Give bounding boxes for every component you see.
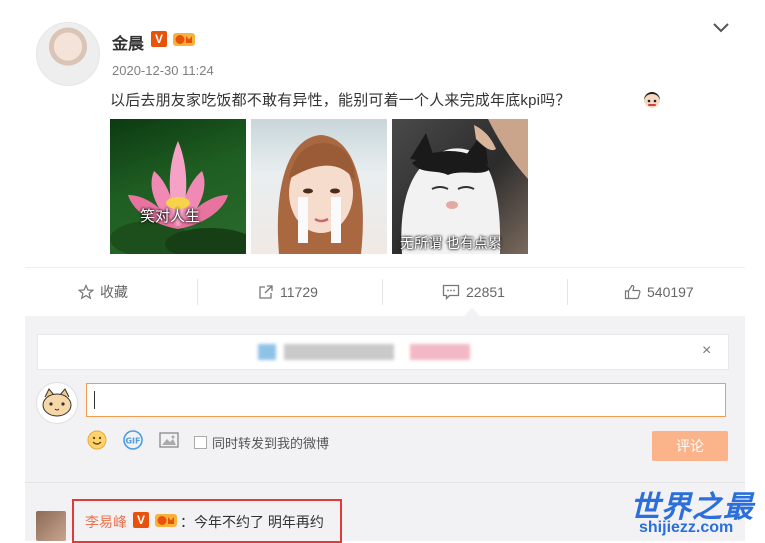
blurred-content — [410, 344, 470, 360]
fan-medal-icon — [173, 33, 195, 46]
text-caret — [94, 391, 95, 409]
image-caption: 无所谓 也有点累 — [400, 235, 502, 251]
favorite-button[interactable]: 收藏 — [78, 281, 128, 303]
notice-bar — [37, 334, 729, 370]
blurred-content — [284, 344, 394, 360]
divider — [567, 279, 568, 305]
close-icon[interactable]: × — [702, 342, 711, 360]
comment-count: 22851 — [466, 284, 505, 300]
like-button[interactable]: 540197 — [624, 281, 694, 303]
repost-button[interactable]: 11729 — [258, 281, 318, 303]
post-time[interactable]: 2020-12-30 11:24 — [112, 63, 214, 78]
watermark-url: shijiezz.com — [639, 519, 734, 536]
sync-repost-label: 同时转发到我的微博 — [212, 436, 330, 451]
commenter-avatar[interactable] — [36, 511, 66, 541]
star-icon — [78, 284, 94, 300]
post-image-selfie[interactable] — [251, 119, 387, 254]
comment-panel-pointer — [463, 308, 481, 317]
like-count: 540197 — [647, 284, 694, 300]
divider — [25, 267, 745, 268]
gif-icon[interactable]: GIF — [122, 429, 144, 451]
lotus-icon — [110, 141, 246, 254]
blurred-content — [258, 344, 276, 360]
vip-badge: V — [151, 31, 167, 47]
portrait-illustration — [277, 135, 363, 254]
commenter-name[interactable]: 李易峰 — [85, 512, 127, 532]
image-upload-icon[interactable] — [158, 429, 180, 451]
divider — [382, 279, 383, 305]
vip-badge: V — [133, 512, 149, 528]
author-name[interactable]: 金晨 — [112, 30, 144, 54]
comment-input[interactable] — [86, 383, 726, 417]
emoji-picker-icon[interactable] — [86, 429, 108, 451]
author-avatar[interactable] — [36, 22, 100, 86]
comment-text: ：今年不约了 明年再约 — [180, 514, 324, 530]
comment-button[interactable]: 22851 — [442, 281, 505, 303]
divider — [197, 279, 198, 305]
repost-count: 11729 — [280, 284, 318, 300]
fan-medal-icon — [155, 514, 177, 527]
sync-repost-checkbox[interactable] — [194, 436, 207, 449]
svg-text:GIF: GIF — [125, 437, 140, 446]
user-avatar[interactable] — [36, 382, 78, 424]
chevron-down-icon[interactable] — [708, 18, 734, 38]
image-caption: 笑对人生 — [140, 208, 201, 225]
post-image-lotus[interactable]: 笑对人生 — [110, 119, 246, 254]
submit-comment-button[interactable]: 评论 — [652, 431, 728, 461]
post-image-cat[interactable]: 无所谓 也有点累 — [392, 119, 528, 254]
emoji-icon — [644, 92, 660, 108]
favorite-label: 收藏 — [100, 284, 128, 300]
comment-icon — [442, 284, 460, 300]
repost-icon — [259, 285, 273, 299]
post-text: 以后去朋友家吃饭都不敢有异性，能别可着一个人来完成年底kpi吗？ — [110, 92, 571, 109]
thumbs-up-icon — [624, 284, 641, 300]
